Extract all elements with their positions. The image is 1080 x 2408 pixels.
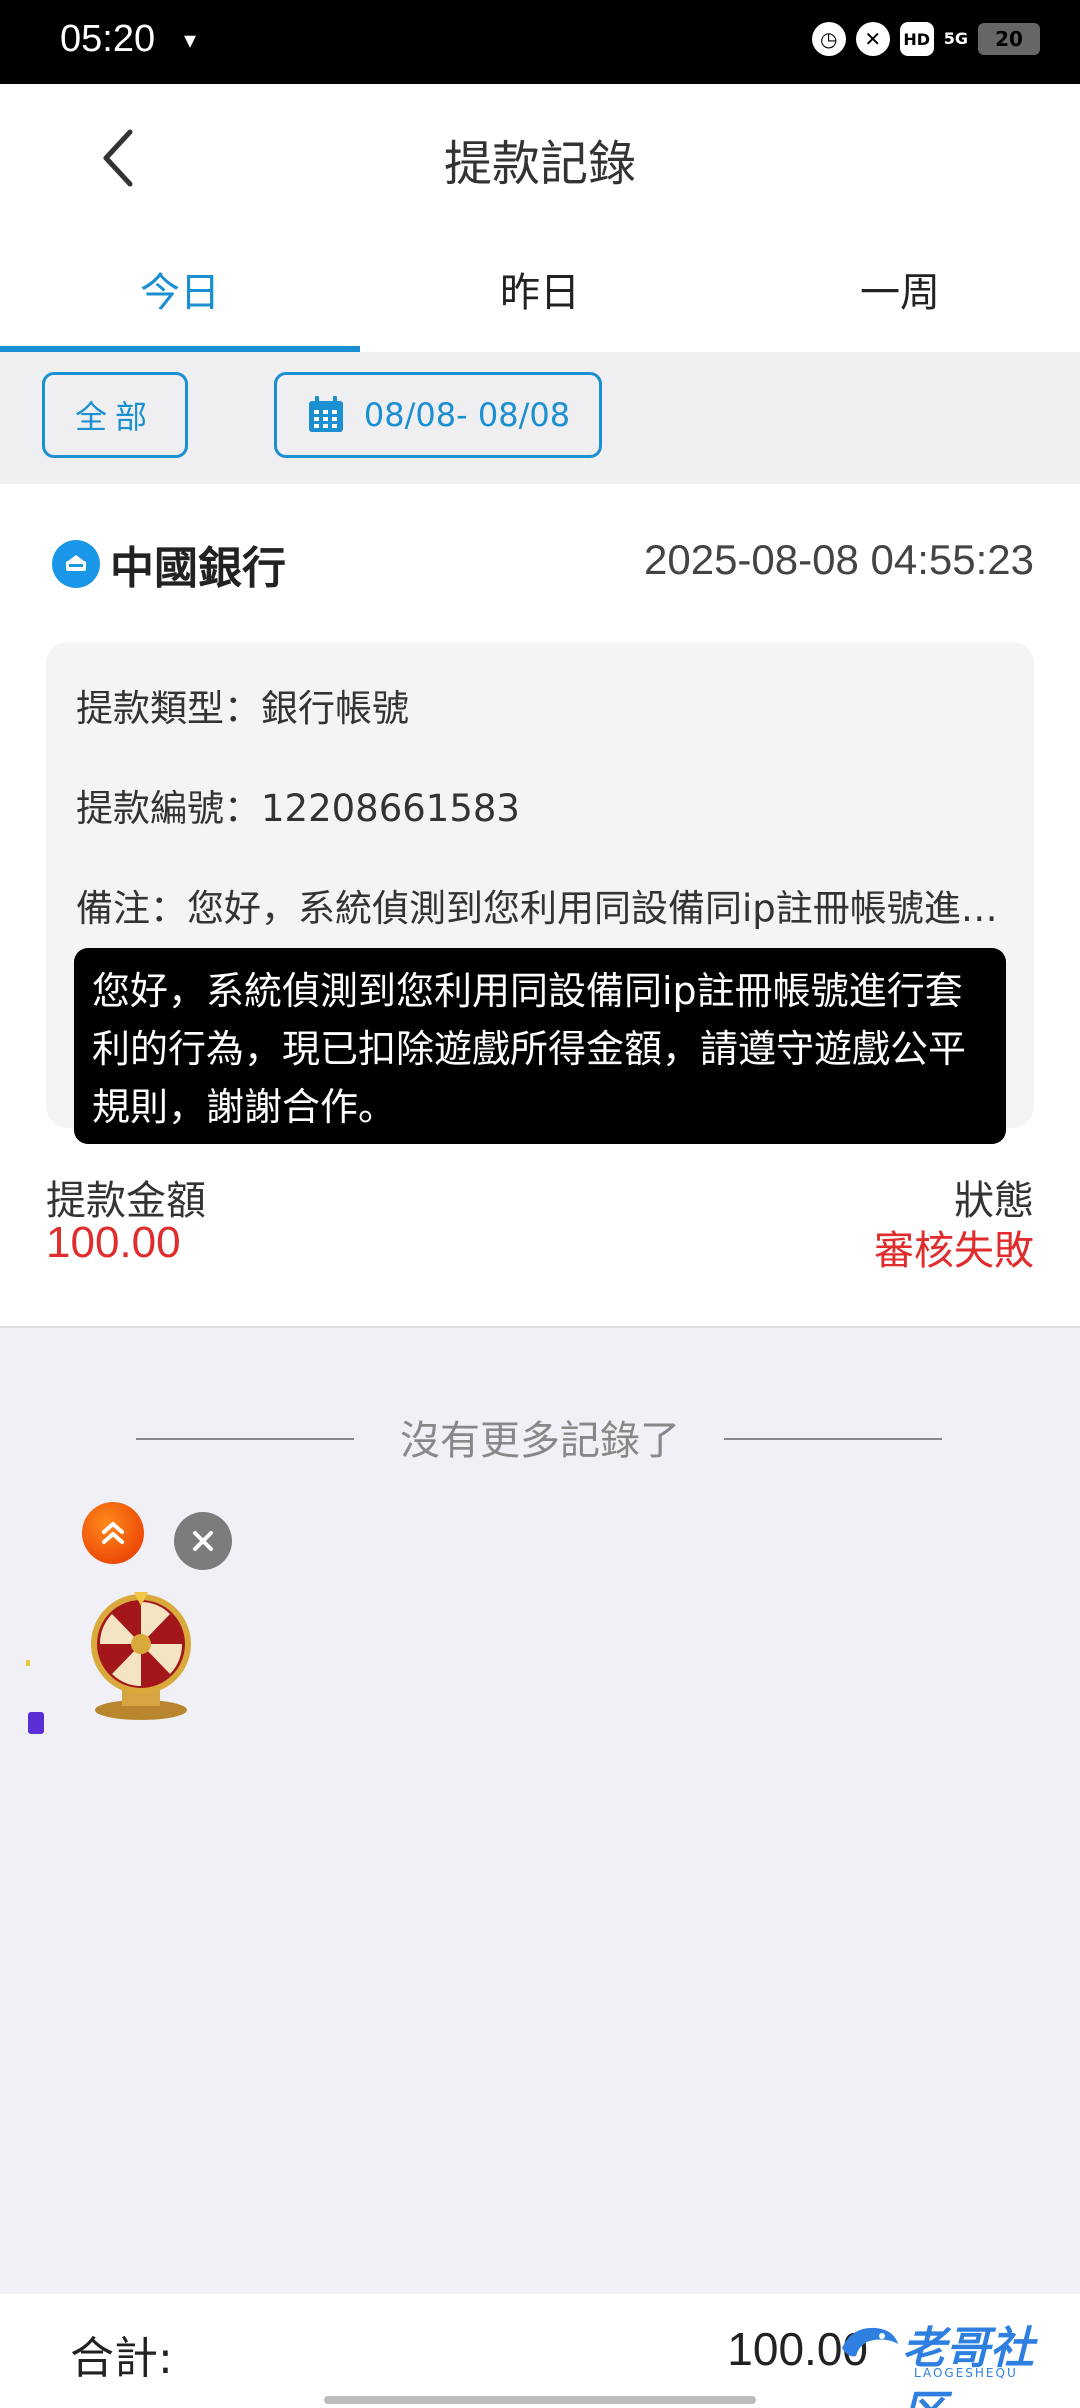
filter-bar: 全部 08/08- 08/08 (0, 352, 1080, 484)
withdrawal-note[interactable]: 備注：您好，系統偵測到您利用同設備同ip註冊帳號進行套利的行為，現已扣除遊戲所得… (76, 878, 1006, 932)
dragon-logo-icon (842, 2327, 898, 2357)
status-icons: ◷ ✕ HD 5G 20 (811, 22, 1040, 56)
divider-right (724, 1438, 942, 1440)
battery-icon: 20 (978, 23, 1040, 55)
hd-icon: HD (899, 22, 934, 56)
location-arrow-icon: ▾ (184, 26, 197, 54)
withdrawal-id-value: 12208661583 (261, 787, 520, 830)
amount-value: 100.00 (46, 1218, 181, 1267)
tab-yesterday[interactable]: 昨日 (360, 228, 720, 352)
scroll-top-button[interactable] (82, 1502, 144, 1564)
calendar-icon (306, 395, 346, 435)
filter-all-button[interactable]: 全部 (42, 372, 188, 458)
watermark-text: 老哥社区 (902, 2323, 1034, 2408)
mute-icon: ✕ (855, 22, 890, 56)
watermark-subtext: LAOGESHEQU (914, 2366, 1018, 2380)
date-tabs: 今日 昨日 一周 (0, 228, 1080, 352)
withdrawal-type: 提款類型：銀行帳號 (76, 678, 409, 732)
withdrawal-id-label: 提款編號： (76, 787, 261, 830)
withdrawal-type-value: 銀行帳號 (261, 687, 409, 730)
signal-icon: 5G (943, 29, 968, 48)
withdrawal-id: 提款編號：12208661583 (76, 778, 520, 832)
tab-week[interactable]: 一周 (720, 228, 1080, 352)
record-time: 2025-08-08 04:55:23 (644, 536, 1034, 583)
withdrawal-type-label: 提款類型： (76, 687, 261, 730)
side-tab-icon[interactable] (28, 1712, 44, 1734)
no-more-records: 沒有更多記錄了 (400, 1418, 680, 1464)
close-float-button[interactable] (174, 1512, 232, 1570)
bank-name: 中國銀行 (110, 543, 286, 594)
lucky-wheel-icon[interactable] (82, 1590, 200, 1722)
filter-all-label: 全部 (74, 398, 155, 436)
note-tooltip: 您好，系統偵測到您利用同設備同ip註冊帳號進行套利的行為，現已扣除遊戲所得金額，… (74, 948, 1006, 1144)
double-chevron-up-icon (102, 1522, 124, 1544)
note-label: 備注： (76, 887, 187, 930)
home-indicator[interactable] (324, 2396, 756, 2404)
decoration-dot (26, 1660, 30, 1666)
tab-today[interactable]: 今日 (0, 228, 360, 352)
withdrawal-record[interactable]: 中國銀行 2025-08-08 04:55:23 提款類型：銀行帳號 提款編號：… (0, 484, 1080, 1328)
total-label: 合計: (70, 2333, 173, 2384)
date-range-button[interactable]: 08/08- 08/08 (274, 372, 602, 458)
status-time: 05:20 (60, 18, 156, 60)
page-header: 提款記錄 (0, 84, 1080, 228)
watermark: 老哥社区 LAOGESHEQU (838, 2308, 1064, 2408)
status-value: 審核失敗 (874, 1228, 1034, 1274)
close-icon (193, 1531, 213, 1551)
footer-total: 合計: 100.00 老哥社区 LAOGESHEQU (0, 2294, 1080, 2408)
date-range-label: 08/08- 08/08 (363, 396, 571, 434)
note-value: 您好，系統偵測到您利用同設備同ip註冊帳號進行套利的行為，現已扣除遊戲所得金額，… (187, 887, 1006, 930)
bank-logo-icon (52, 540, 100, 588)
page-title: 提款記錄 (443, 136, 636, 192)
status-bar: 05:20 ▾ ◷ ✕ HD 5G 20 (0, 0, 1080, 84)
alarm-icon: ◷ (811, 22, 846, 56)
